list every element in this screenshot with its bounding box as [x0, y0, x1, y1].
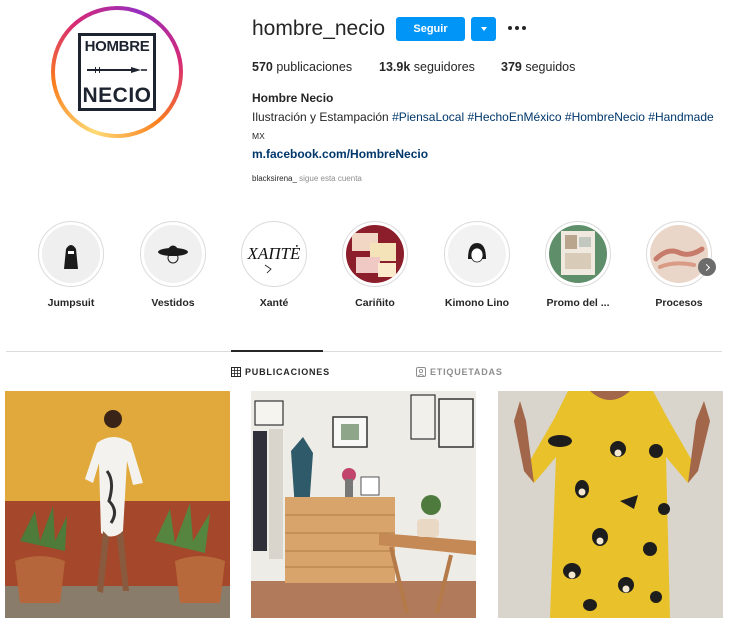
highlight-label: Kimono Lino — [444, 297, 510, 309]
studio-interior-photo — [251, 391, 476, 618]
hat-figure-icon — [144, 225, 202, 283]
posts-count: 570 — [252, 60, 273, 74]
chevron-right-icon — [702, 263, 710, 271]
photo-collage-icon — [549, 225, 607, 283]
follow-button[interactable]: Seguir — [396, 17, 465, 41]
highlight-label: Promo del ... — [546, 297, 610, 309]
hands-sketch-icon — [650, 225, 708, 283]
tabs-divider — [6, 351, 722, 352]
posts-label: publicaciones — [276, 60, 353, 74]
tab-publicaciones[interactable]: PUBLICACIONES — [231, 367, 330, 377]
active-tab-indicator — [231, 350, 323, 352]
profile-bio: Ilustración y Estampación #PiensaLocal #… — [252, 110, 714, 124]
highlight-label: Vestidos — [151, 297, 195, 309]
highlight-jumpsuit[interactable]: Jumpsuit — [21, 221, 121, 309]
followers-label: seguidores — [413, 60, 475, 74]
highlight-vestidos[interactable]: Vestidos — [123, 221, 223, 309]
hashtag-link[interactable]: #HombreNecio — [565, 110, 645, 124]
post-thumbnail[interactable] — [498, 391, 723, 618]
highlight-xante[interactable]: XAΠTĖ Xanté — [224, 221, 324, 309]
svg-text:XAΠTĖ: XAΠTĖ — [247, 244, 302, 263]
grid-icon — [231, 367, 241, 377]
tagged-user-icon — [416, 367, 426, 377]
highlight-label: Cariñito — [355, 297, 395, 309]
following-count: 379 — [501, 60, 522, 74]
posts-count-stat: 570 publicaciones — [252, 60, 352, 74]
following-label: seguidos — [525, 60, 576, 74]
brand-logo: HOMBRE NECIO — [78, 33, 156, 111]
brush-icon — [87, 66, 147, 73]
highlight-carinito[interactable]: Cariñito — [325, 221, 425, 309]
logo-text-top: HOMBRE — [84, 38, 150, 55]
post-thumbnail[interactable] — [5, 391, 230, 618]
story-highlights: Jumpsuit Vestidos XAΠTĖ Xanté Cariñito K… — [0, 221, 730, 313]
logo-text-bottom: NECIO — [82, 84, 152, 107]
hoodie-figure-icon — [42, 225, 100, 283]
profile-username: hombre_necio — [252, 17, 386, 40]
following-link[interactable]: 379 seguidos — [501, 60, 575, 74]
followers-count: 13.9k — [379, 60, 411, 74]
followers-link[interactable]: 13.9k seguidores — [379, 60, 475, 74]
chevron-down-icon — [480, 27, 487, 31]
hashtag-link[interactable]: #HechoEnMéxico — [467, 110, 561, 124]
woman-white-dress-photo — [5, 391, 230, 618]
highlight-label: Jumpsuit — [47, 297, 95, 309]
woman-portrait-icon — [448, 225, 506, 283]
hashtag-link[interactable]: #Handmade — [648, 110, 713, 124]
followed-by-label: sigue esta cuenta — [299, 174, 362, 183]
bio-text: Ilustración y Estampación — [252, 110, 389, 124]
highlights-next-button[interactable] — [698, 258, 716, 276]
followed-by-text[interactable]: blacksirena_ sigue esta cuenta — [252, 174, 362, 183]
highlight-kimono-lino[interactable]: Kimono Lino — [427, 221, 527, 309]
tab-label: ETIQUETADAS — [430, 367, 503, 377]
tab-label: PUBLICACIONES — [245, 367, 330, 377]
more-dots-icon — [508, 26, 512, 30]
highlight-promo[interactable]: Promo del ... — [528, 221, 628, 309]
post-thumbnail[interactable] — [251, 391, 476, 618]
suggestions-dropdown-button[interactable] — [471, 17, 496, 41]
external-link[interactable]: m.facebook.com/HombreNecio — [252, 147, 428, 161]
profile-country: MX — [252, 131, 265, 141]
highlight-label: Procesos — [655, 297, 703, 309]
highlight-label: Xanté — [259, 297, 289, 309]
hashtag-link[interactable]: #PiensaLocal — [392, 110, 464, 124]
cards-icon — [346, 225, 404, 283]
xante-logo-icon: XAΠTĖ — [245, 225, 303, 283]
followed-by-user[interactable]: blacksirena_ — [252, 174, 297, 183]
profile-avatar-ring[interactable]: HOMBRE NECIO — [51, 6, 183, 138]
profile-avatar[interactable]: HOMBRE NECIO — [55, 10, 179, 134]
yellow-dress-photo — [498, 391, 723, 618]
more-options-button[interactable] — [506, 17, 528, 39]
tab-etiquetadas[interactable]: ETIQUETADAS — [416, 367, 503, 377]
profile-full-name: Hombre Necio — [252, 91, 334, 105]
